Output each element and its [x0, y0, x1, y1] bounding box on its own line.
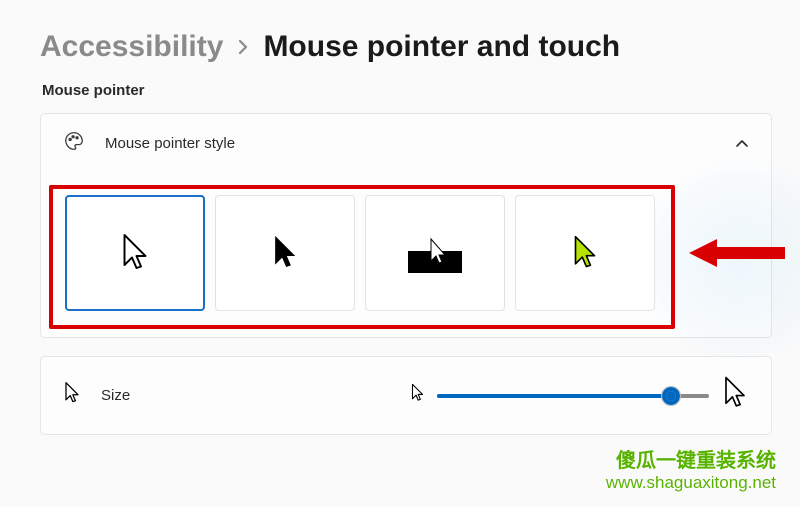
cursor-black-icon [270, 234, 300, 272]
pointer-size-label: Size [101, 387, 130, 404]
cursor-white-icon [118, 232, 152, 274]
pointer-style-option-black[interactable] [215, 195, 355, 311]
watermark: 傻瓜一键重装系统 www.shaguaxitong.net [606, 449, 776, 493]
pointer-style-options-region [41, 173, 771, 337]
mouse-pointer-style-title: Mouse pointer style [105, 135, 715, 152]
watermark-text-line2: www.shaguaxitong.net [606, 473, 776, 493]
pointer-style-option-white[interactable] [65, 195, 205, 311]
pointer-style-option-inverted[interactable] [365, 195, 505, 311]
mouse-pointer-style-header[interactable]: Mouse pointer style [41, 114, 771, 173]
pointer-size-slider[interactable] [437, 394, 709, 398]
cursor-min-icon [410, 383, 425, 408]
pointer-size-slider-group [410, 375, 749, 416]
slider-thumb[interactable] [661, 386, 681, 406]
chevron-right-icon [237, 38, 249, 61]
pointer-style-option-custom[interactable] [515, 195, 655, 311]
cursor-max-icon [721, 375, 749, 416]
chevron-up-icon [735, 137, 749, 151]
breadcrumb-parent-link[interactable]: Accessibility [40, 30, 223, 64]
mouse-pointer-style-card: Mouse pointer style [40, 113, 772, 338]
cursor-custom-color-icon [570, 234, 600, 272]
section-heading-mouse-pointer: Mouse pointer [42, 82, 772, 99]
breadcrumb: Accessibility Mouse pointer and touch [40, 30, 772, 64]
settings-page: Accessibility Mouse pointer and touch Mo… [0, 0, 800, 435]
cursor-small-icon [63, 381, 81, 410]
cursor-inverted-icon [398, 229, 472, 277]
annotation-arrow-icon [689, 237, 785, 269]
palette-icon [63, 130, 85, 157]
page-title: Mouse pointer and touch [263, 30, 620, 64]
watermark-text-line1: 傻瓜一键重装系统 [606, 449, 776, 473]
pointer-size-card: Size [40, 356, 772, 435]
pointer-style-options-row [59, 181, 753, 317]
